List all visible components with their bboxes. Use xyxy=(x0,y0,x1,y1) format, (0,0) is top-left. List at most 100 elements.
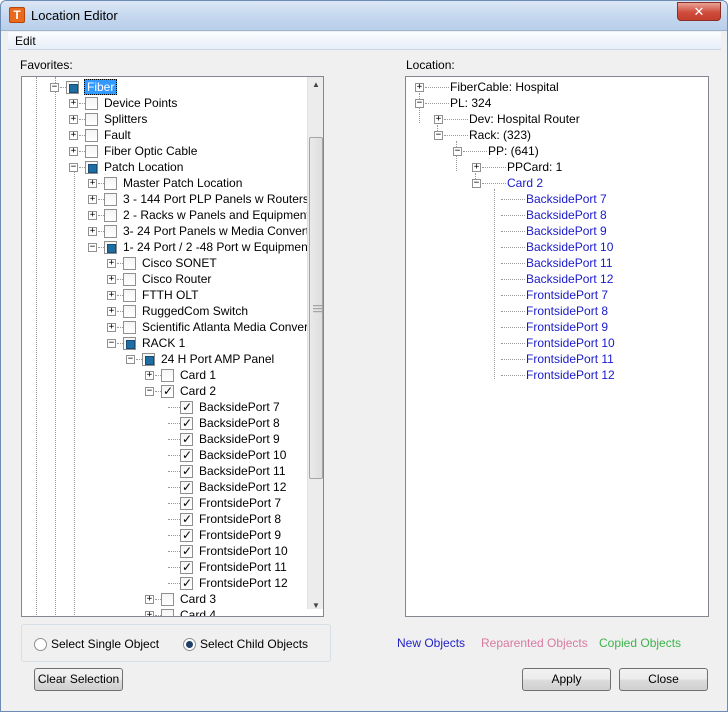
location-tree-item[interactable]: FrontsidePort 12 xyxy=(406,367,706,383)
expand-icon[interactable]: + xyxy=(69,115,78,124)
favorites-tree-item[interactable]: + Splitters xyxy=(22,111,307,127)
expand-icon[interactable]: + xyxy=(88,179,97,188)
tree-item-label[interactable]: Dev: Hospital Router xyxy=(468,111,581,127)
expand-icon[interactable]: + xyxy=(88,211,97,220)
tree-item-label[interactable]: Cisco SONET xyxy=(141,255,218,271)
location-tree-item[interactable]: − Card 2 xyxy=(406,175,706,191)
collapse-icon[interactable]: − xyxy=(145,387,154,396)
expand-icon[interactable]: + xyxy=(107,323,116,332)
favorites-tree-item[interactable]: FrontsidePort 9 xyxy=(22,527,307,543)
expand-icon[interactable]: + xyxy=(88,195,97,204)
expand-icon[interactable]: + xyxy=(107,291,116,300)
expand-icon[interactable]: + xyxy=(107,259,116,268)
clear-selection-button[interactable]: Clear Selection xyxy=(34,668,123,691)
scrollbar-thumb[interactable]: — — — xyxy=(309,137,323,479)
tree-item-label[interactable]: BacksidePort 8 xyxy=(525,207,608,223)
apply-button[interactable]: Apply xyxy=(522,668,611,691)
scroll-down-icon[interactable]: ▼ xyxy=(308,598,323,614)
collapse-icon[interactable]: − xyxy=(107,339,116,348)
tree-item-label[interactable]: FrontsidePort 11 xyxy=(198,559,288,575)
title-bar[interactable]: T Location Editor ✕ xyxy=(1,1,727,31)
tree-checkbox[interactable] xyxy=(180,479,193,495)
tree-item-label[interactable]: FrontsidePort 7 xyxy=(525,287,609,303)
tree-item-label[interactable]: Patch Location xyxy=(103,159,184,175)
tree-checkbox[interactable] xyxy=(123,273,136,286)
collapse-icon[interactable]: − xyxy=(126,355,135,364)
tree-checkbox[interactable] xyxy=(142,353,155,366)
tree-item-label[interactable]: BacksidePort 7 xyxy=(198,399,281,415)
tree-checkbox[interactable] xyxy=(180,463,193,479)
collapse-icon[interactable]: − xyxy=(69,163,78,172)
expand-icon[interactable]: + xyxy=(145,371,154,380)
tree-item-label[interactable]: Card 4 xyxy=(179,607,217,616)
location-tree-item[interactable]: + PPCard: 1 xyxy=(406,159,706,175)
tree-item-label[interactable]: BacksidePort 8 xyxy=(198,415,281,431)
favorites-scrollbar[interactable]: ▲ — — — ▼ xyxy=(307,77,323,610)
tree-item-label[interactable]: 3- 24 Port Panels w Media Converters xyxy=(122,223,307,239)
tree-item-label[interactable]: BacksidePort 12 xyxy=(525,271,614,287)
favorites-tree-item[interactable]: + Master Patch Location xyxy=(22,175,307,191)
tree-item-label[interactable]: Master Patch Location xyxy=(122,175,243,191)
tree-item-label[interactable]: Device Points xyxy=(103,95,178,111)
collapse-icon[interactable]: − xyxy=(88,243,97,252)
tree-item-label[interactable]: FrontsidePort 9 xyxy=(198,527,282,543)
tree-item-label[interactable]: BacksidePort 10 xyxy=(198,447,287,463)
collapse-icon[interactable]: − xyxy=(50,83,59,92)
tree-checkbox[interactable] xyxy=(180,527,193,543)
location-tree-item[interactable]: FrontsidePort 11 xyxy=(406,351,706,367)
tree-item-label[interactable]: Card 1 xyxy=(179,367,217,383)
tree-checkbox[interactable] xyxy=(123,257,136,270)
favorites-tree-item[interactable]: − 24 H Port AMP Panel xyxy=(22,351,307,367)
tree-item-label[interactable]: FrontsidePort 12 xyxy=(525,367,616,383)
tree-checkbox[interactable] xyxy=(123,289,136,302)
expand-icon[interactable]: + xyxy=(415,83,424,92)
tree-item-label[interactable]: Fiber Optic Cable xyxy=(103,143,198,159)
favorites-tree-item[interactable]: FrontsidePort 8 xyxy=(22,511,307,527)
tree-item-label[interactable]: FrontsidePort 9 xyxy=(525,319,609,335)
location-tree-item[interactable]: BacksidePort 11 xyxy=(406,255,706,271)
favorites-tree-item[interactable]: + FTTH OLT xyxy=(22,287,307,303)
tree-checkbox[interactable] xyxy=(85,129,98,142)
tree-item-label[interactable]: FrontsidePort 12 xyxy=(198,575,289,591)
tree-checkbox[interactable] xyxy=(66,81,79,94)
location-tree[interactable]: + FiberCable: Hospital − PL: 324 + Dev: Hospi… xyxy=(405,76,709,617)
tree-checkbox[interactable] xyxy=(104,225,117,238)
tree-item-label[interactable]: 24 H Port AMP Panel xyxy=(160,351,275,367)
tree-item-label[interactable]: BacksidePort 9 xyxy=(198,431,281,447)
tree-checkbox[interactable] xyxy=(161,593,174,606)
tree-item-label[interactable]: BacksidePort 9 xyxy=(525,223,608,239)
location-tree-item[interactable]: BacksidePort 9 xyxy=(406,223,706,239)
favorites-tree-item[interactable]: + RuggedCom Switch xyxy=(22,303,307,319)
favorites-tree-item[interactable]: FrontsidePort 11 xyxy=(22,559,307,575)
favorites-tree[interactable]: − Fiber + Device Points + Splitters + Fault + Fib… xyxy=(21,76,324,617)
tree-checkbox[interactable] xyxy=(180,559,193,575)
tree-item-label[interactable]: BacksidePort 11 xyxy=(198,463,287,479)
expand-icon[interactable]: + xyxy=(107,307,116,316)
location-tree-item[interactable]: BacksidePort 7 xyxy=(406,191,706,207)
tree-checkbox[interactable] xyxy=(85,161,98,174)
expand-icon[interactable]: + xyxy=(69,131,78,140)
location-tree-item[interactable]: − PP: (641) xyxy=(406,143,706,159)
tree-checkbox[interactable] xyxy=(85,113,98,126)
close-window-icon[interactable]: ✕ xyxy=(677,2,721,21)
favorites-tree-item[interactable]: − 1- 24 Port / 2 -48 Port w Equipment xyxy=(22,239,307,255)
select-single-radio[interactable] xyxy=(34,638,47,651)
location-tree-item[interactable]: FrontsidePort 8 xyxy=(406,303,706,319)
tree-item-label[interactable]: Card 2 xyxy=(506,175,544,191)
scroll-up-icon[interactable]: ▲ xyxy=(308,77,323,93)
tree-item-label[interactable]: Fault xyxy=(103,127,132,143)
select-single-label[interactable]: Select Single Object xyxy=(51,637,159,651)
favorites-tree-item[interactable]: − Card 2 xyxy=(22,383,307,399)
tree-item-label[interactable]: BacksidePort 12 xyxy=(198,479,287,495)
tree-checkbox[interactable] xyxy=(180,431,193,447)
favorites-tree-item[interactable]: + Card 3 xyxy=(22,591,307,607)
tree-checkbox[interactable] xyxy=(104,193,117,206)
tree-item-label[interactable]: FrontsidePort 10 xyxy=(525,335,616,351)
close-button[interactable]: Close xyxy=(619,668,708,691)
tree-item-label[interactable]: FrontsidePort 11 xyxy=(525,351,615,367)
tree-item-label[interactable]: Splitters xyxy=(103,111,148,127)
tree-checkbox[interactable] xyxy=(161,383,174,399)
expand-icon[interactable]: + xyxy=(145,595,154,604)
collapse-icon[interactable]: − xyxy=(472,179,481,188)
favorites-tree-item[interactable]: − Patch Location xyxy=(22,159,307,175)
